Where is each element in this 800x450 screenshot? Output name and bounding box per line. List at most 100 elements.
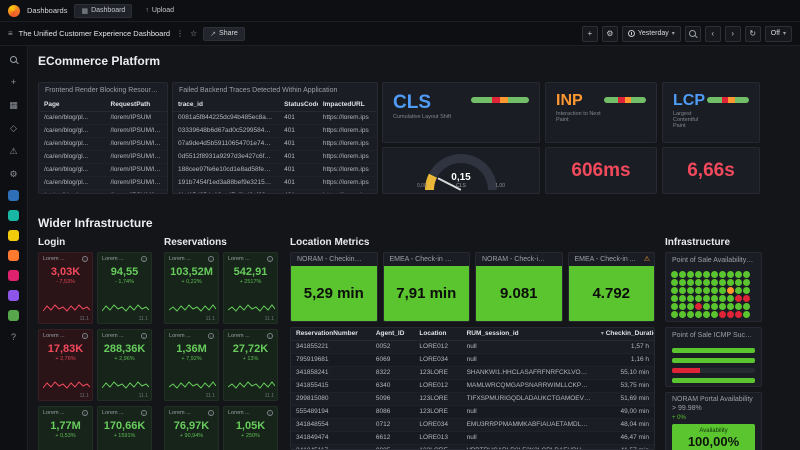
location-cell: LORE013 — [414, 432, 461, 445]
rum-session-cell: null — [462, 354, 596, 367]
app-icon-blue[interactable] — [8, 190, 19, 201]
stat-value: 542,91 — [228, 266, 273, 278]
tab-dashboard[interactable]: ▦ Dashboard — [74, 4, 132, 18]
stat-panel[interactable]: Lorem ... i 542,91 + 2517% 11.1 — [223, 252, 278, 324]
stat-panel[interactable]: Lorem ... i 3,03K - 7,53% 11.1 — [38, 252, 93, 324]
breadcrumb[interactable]: Dashboards — [27, 6, 67, 15]
time-range-picker[interactable]: Yesterday ▾ — [622, 26, 681, 42]
add-icon[interactable]: + — [7, 75, 21, 89]
dashboards-icon[interactable]: ▦ — [7, 98, 21, 112]
section-heading-wider[interactable]: Wider Infrastructure — [38, 216, 153, 230]
panel-title[interactable]: Point of Sale ICMP Success Rate by ... — [666, 328, 761, 344]
panel-title[interactable]: EMEA - Check-in Duration — [384, 253, 470, 266]
impacted-url-cell[interactable]: https://lorem.ips — [318, 164, 377, 177]
column-header[interactable]: Page — [39, 99, 106, 112]
time-back-button[interactable]: ‹ — [705, 26, 721, 42]
help-icon[interactable]: ? — [7, 330, 21, 344]
table-row: 341855415 6340 LORE012 MAMLWRCQMGAPSNARR… — [291, 380, 654, 393]
app-icon-purple[interactable] — [8, 290, 19, 301]
trace-id-cell: 191b7454f1ed3a88bef9e32150b07e4f — [173, 177, 279, 190]
tab-upload[interactable]: ↑ Upload — [139, 5, 180, 16]
stat-panel[interactable]: Lorem ... i 94,55 - 1,74% 11.1 — [97, 252, 152, 324]
info-icon[interactable]: i — [82, 256, 88, 262]
section-heading-ecommerce[interactable]: ECommerce Platform — [38, 54, 160, 68]
app-icon-yellow[interactable] — [8, 230, 19, 241]
pos-status-dot — [711, 287, 718, 294]
location-metric-panel[interactable]: NORAM - Check-in Count ⚠ 9.081 — [475, 252, 563, 322]
alerting-icon[interactable]: ⚠ — [7, 144, 21, 158]
stat-panel[interactable]: Lorem ... i 1,36M + 7,92% 11.1 — [164, 329, 219, 401]
threshold-bar — [471, 97, 529, 103]
pos-status-dot — [687, 311, 694, 318]
refresh-button[interactable]: ↻ — [745, 26, 761, 42]
pos-status-dot — [679, 303, 686, 310]
column-header[interactable]: RUM_session_id — [462, 328, 596, 341]
zoom-out-button[interactable] — [685, 26, 701, 42]
stat-panel[interactable]: Lorem ... i 288,36K + 2,96% 11.1 — [97, 329, 152, 401]
app-icon-teal[interactable] — [8, 210, 19, 221]
add-panel-button[interactable]: + — [582, 26, 598, 42]
info-icon[interactable]: i — [141, 256, 147, 262]
column-header[interactable]: RequestPath — [106, 99, 167, 112]
settings-gear-icon[interactable]: ⚙ — [7, 167, 21, 181]
time-forward-button[interactable]: › — [725, 26, 741, 42]
info-icon[interactable]: i — [208, 256, 214, 262]
column-header[interactable]: StatusCode — [279, 99, 318, 112]
info-icon[interactable]: i — [82, 333, 88, 339]
info-icon[interactable]: i — [208, 410, 214, 416]
panel-title[interactable]: NORAM - Check-in Count — [476, 253, 562, 266]
stat-panel[interactable]: Lorem ... i 17,83K + 2,76% 11.1 — [38, 329, 93, 401]
impacted-url-cell[interactable]: https://lorem.ips — [318, 125, 377, 138]
sparkline-axis-label: 11.1 — [80, 316, 89, 322]
stat-panel[interactable]: Lorem ... i 1,77M + 0,53% 11.1 — [38, 406, 93, 450]
search-icon[interactable] — [7, 52, 21, 66]
impacted-url-cell[interactable]: https://lorem.ips — [318, 151, 377, 164]
location-metric-panel[interactable]: EMEA - Check-in Duration ⚠ 7,91 min — [383, 252, 471, 322]
column-header[interactable]: Agent_ID — [371, 328, 415, 341]
impacted-url-cell[interactable]: https://lorem.ips — [318, 190, 377, 195]
info-icon[interactable]: i — [141, 410, 147, 416]
panel-title[interactable]: Failed Backend Traces Detected Within Ap… — [173, 83, 377, 99]
impacted-url-cell[interactable]: https://lorem.ips — [318, 112, 377, 125]
info-icon[interactable]: i — [208, 333, 214, 339]
column-header[interactable]: Location — [414, 328, 461, 341]
stat-panel[interactable]: Lorem ... i 103,52M + 0,22% 11.1 — [164, 252, 219, 324]
info-icon[interactable]: i — [141, 333, 147, 339]
impacted-url-cell[interactable]: https://lorem.ips — [318, 177, 377, 190]
settings-button[interactable]: ⚙ — [602, 26, 618, 42]
refresh-interval-picker[interactable]: Off ▾ — [765, 26, 792, 42]
share-button[interactable]: ↗ Share — [203, 27, 245, 41]
panel-title[interactable]: EMEA - Check-in ... — [569, 253, 655, 266]
app-icon-orange[interactable] — [8, 250, 19, 261]
info-icon[interactable]: i — [267, 333, 273, 339]
stat-panel[interactable]: Lorem ... i 170,66K + 1591% 11.1 — [97, 406, 152, 450]
panel-title[interactable]: Frontend Render Blocking Resource Trac..… — [39, 83, 167, 99]
info-icon[interactable]: i — [82, 410, 88, 416]
reservation-number-cell: 795919681 — [291, 354, 371, 367]
dashboard-title[interactable]: The Unified Customer Experience Dashboar… — [19, 29, 170, 38]
column-header[interactable]: trace_id — [173, 99, 279, 112]
stat-panel[interactable]: Lorem ... i 76,97K + 90,94% 11.1 — [164, 406, 219, 450]
grafana-logo-icon[interactable] — [8, 5, 20, 17]
stat-panel[interactable]: Lorem ... i 1,05K + 250% 11.1 — [223, 406, 278, 450]
kebab-menu-icon[interactable]: ⋮ — [176, 29, 184, 38]
menu-icon[interactable]: ≡ — [8, 29, 13, 38]
explore-icon[interactable]: ◇ — [7, 121, 21, 135]
column-header[interactable]: ReservationNumber — [291, 328, 371, 341]
column-header-sorted[interactable]: ▾ Checkin_Duration — [596, 328, 654, 341]
panel-title[interactable]: NORAM Portal Availability > 99.98% — [666, 393, 761, 414]
info-icon[interactable]: i — [267, 256, 273, 262]
panel-title[interactable]: Point of Sale Availability by Location — [666, 253, 761, 269]
star-icon[interactable]: ☆ — [190, 29, 197, 38]
app-icon-green[interactable] — [8, 310, 19, 321]
impacted-url-cell[interactable]: https://lorem.ips — [318, 138, 377, 151]
pos-status-dot — [703, 287, 710, 294]
stat-panel[interactable]: Lorem ... i 27,72K + 13% 11.1 — [223, 329, 278, 401]
table-header-row: trace_id StatusCode ImpactedURL — [173, 99, 377, 112]
app-icon-pink[interactable] — [8, 270, 19, 281]
column-header[interactable]: ImpactedURL — [318, 99, 377, 112]
panel-title[interactable]: NORAM - Checkin Duration — [291, 253, 377, 266]
location-metric-panel[interactable]: NORAM - Checkin Duration ⚠ 5,29 min — [290, 252, 378, 322]
info-icon[interactable]: i — [267, 410, 273, 416]
location-metric-panel[interactable]: EMEA - Check-in ... ⚠ 4.792 — [568, 252, 656, 322]
